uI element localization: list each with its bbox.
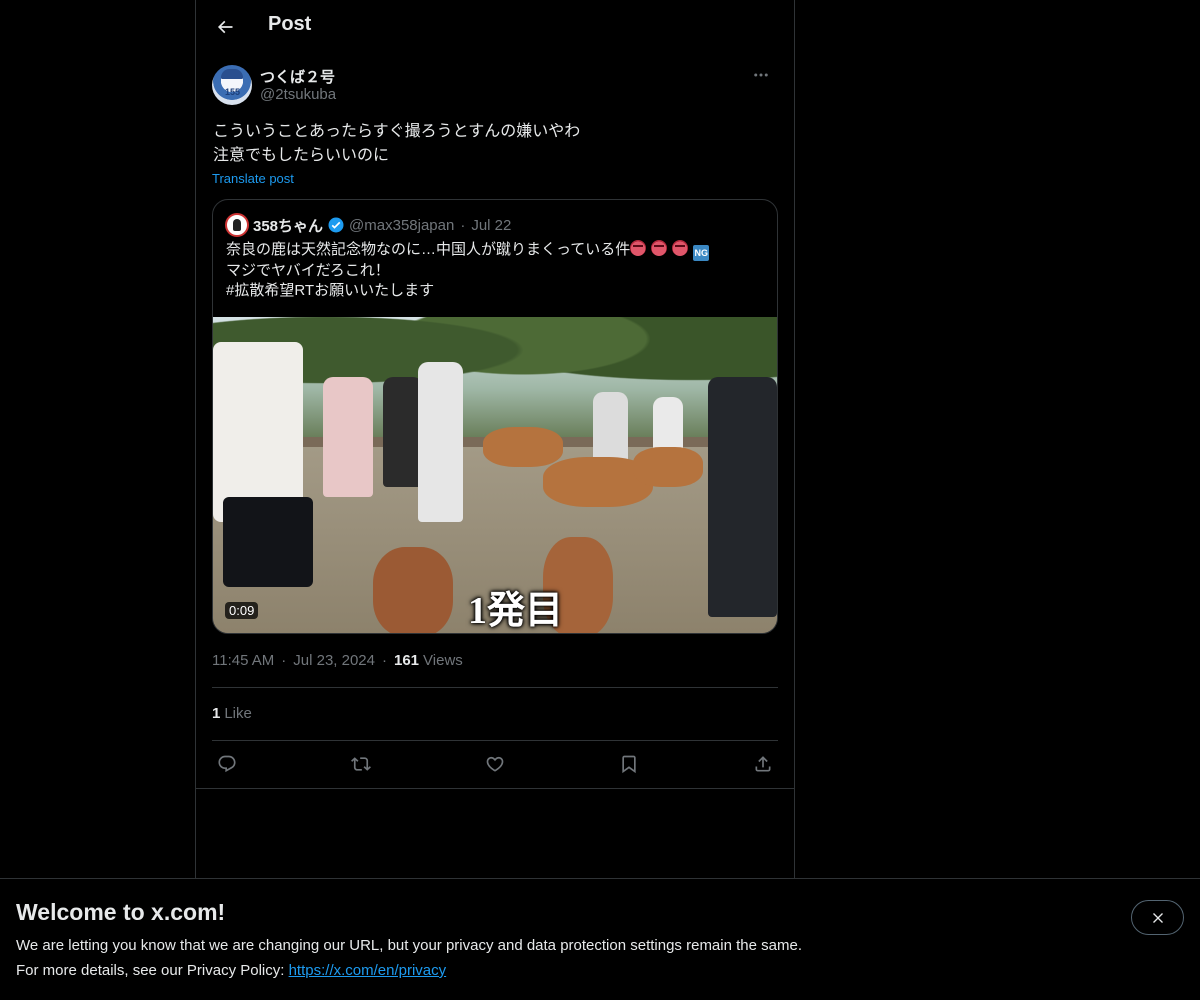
translate-post-link[interactable]: Translate post [212,171,294,186]
close-icon [1152,912,1163,923]
divider [212,687,778,688]
likes-count-link[interactable]: 1 Like [212,705,252,722]
avatar[interactable]: 155 [212,65,252,105]
angry-face-icon [672,240,689,256]
divider [212,740,778,741]
banner-close-button[interactable] [1131,900,1184,935]
video-caption: 1発目 [468,590,564,632]
video-person [418,362,463,522]
author-handle[interactable]: @2tsukuba [260,86,336,103]
reply-icon [218,755,236,773]
video-player[interactable]: 1発目 0:09 [213,317,777,633]
angry-face-icon [651,240,668,256]
views-label: Views [423,652,463,669]
video-deer [483,427,563,467]
more-icon [754,73,768,77]
quoted-avatar[interactable] [225,213,249,237]
repost-icon [351,757,371,771]
dot-separator: · [382,652,387,669]
banner-privacy-line: For more details, see our Privacy Policy… [16,962,446,979]
quoted-display-name: 358ちゃん [253,217,324,235]
likes-count: 1 [212,705,221,722]
post-date[interactable]: Jul 23, 2024 [293,652,375,669]
ng-button-icon: NG [693,245,710,261]
views-count: 161 [394,652,420,669]
repost-button[interactable] [345,748,377,780]
privacy-policy-link[interactable]: https://x.com/en/privacy [289,962,447,979]
post-text-line: こういうことあったらすぐ撮ろうとすんの嫌いやわ [213,123,581,140]
video-deer [633,447,703,487]
bookmark-icon [622,755,636,774]
banner-privacy-prefix: For more details, see our Privacy Policy… [16,962,289,979]
share-icon [755,756,771,772]
video-duration: 0:09 [225,602,259,619]
quoted-text: 奈良の鹿は天然記念物なのに…中国人が蹴りまくっている件 NG マジでヤバイだろこれ… [226,240,766,301]
post-meta: 11:45 AM · Jul 23, 2024 · 161 Views [212,652,463,669]
dot-separator: · [281,652,287,669]
like-button[interactable] [479,748,511,780]
likes-label: Like [224,705,252,722]
arrow-left-icon [217,20,233,34]
bookmark-button[interactable] [613,748,645,780]
video-person [213,342,303,522]
back-button[interactable] [208,10,242,44]
banner-title: Welcome to x.com! [16,899,226,925]
quoted-text-line-1: 奈良の鹿は天然記念物なのに…中国人が蹴りまくっている件 NG [226,240,766,261]
verified-badge-icon [328,217,344,233]
quoted-text-line-2: マジでヤバイだろこれ！ [226,262,390,279]
more-options-button[interactable] [744,64,778,86]
author-display-name[interactable]: つくば２号 [260,66,335,87]
quoted-text-line-3: #拡散希望RTお願いいたします [226,282,435,299]
post-actions [212,748,778,780]
like-icon [486,756,504,772]
video-deer [373,547,453,633]
post-author: 155 つくば２号 @2tsukuba [212,64,778,108]
divider [196,788,794,789]
avatar-cap [221,69,243,79]
quoted-handle: @max358japan [349,216,455,234]
video-person [323,377,373,497]
quoted-date: Jul 22 [471,216,512,234]
angry-face-icon [630,240,647,256]
avatar-number: 155 [225,87,241,97]
url-change-banner: Welcome to x.com! We are letting you kno… [0,878,1200,1000]
reply-button[interactable] [211,748,243,780]
post-header: Post [196,0,794,53]
quoted-post[interactable]: 358ちゃん @max358japan · Jul 22 奈良の鹿は天然記念物な… [212,199,778,634]
post-time[interactable]: 11:45 AM [212,652,274,669]
video-person [708,377,777,617]
dot-separator: · [460,216,466,234]
video-person [223,497,313,587]
banner-message: We are letting you know that we are chan… [16,937,802,954]
post-text-line: 注意でもしたらいいのに [213,147,390,164]
post-text: こういうことあったらすぐ撮ろうとすんの嫌いやわ 注意でもしたらいいのに [213,120,773,168]
share-button[interactable] [747,748,779,780]
quoted-text-span: 奈良の鹿は天然記念物なのに…中国人が蹴りまくっている件 [226,241,631,258]
primary-column: Post 155 つくば２号 @2tsukuba こういうことあったらすぐ撮ろう… [195,0,795,880]
quoted-post-header: 358ちゃん @max358japan · Jul 22 [225,213,511,237]
page-title: Post [268,13,312,35]
video-person [383,377,423,487]
